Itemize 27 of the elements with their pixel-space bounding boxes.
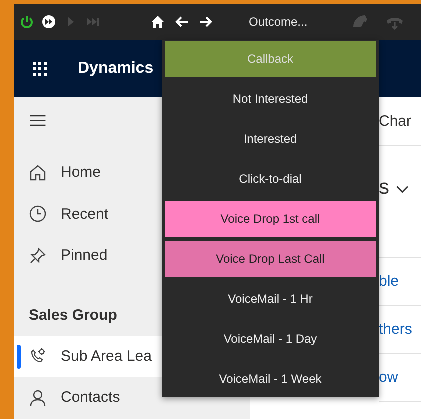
forward-arrow-icon[interactable] [199, 15, 213, 29]
menu-item[interactable]: Not Interested [165, 81, 376, 117]
menu-item[interactable]: Click-to-dial [165, 161, 376, 197]
app-launcher-icon[interactable] [32, 60, 48, 76]
app-title: Dynamics [78, 60, 154, 78]
chevron-down-icon[interactable] [396, 185, 408, 194]
pin-icon [29, 246, 47, 265]
view-title[interactable]: s [379, 176, 390, 200]
home-icon [29, 164, 47, 182]
phone-gear-icon [29, 347, 47, 366]
clock-icon [29, 205, 47, 224]
person-icon [29, 388, 47, 407]
lead-name-link[interactable]: thers [379, 321, 412, 338]
group-heading: Sales Group [29, 307, 118, 324]
lead-name-link[interactable]: ble [379, 273, 400, 290]
outcome-dropdown[interactable]: Outcome... [247, 13, 310, 31]
show-chart-label[interactable]: Char [379, 112, 412, 130]
lead-name-link[interactable]: ow [379, 369, 398, 386]
menu-item[interactable]: VoiceMail - 1 Hr [165, 281, 376, 317]
power-icon[interactable] [20, 15, 34, 29]
fast-forward-icon[interactable] [42, 15, 56, 29]
menu-icon[interactable] [29, 114, 47, 128]
menu-item[interactable]: Voice Drop 1st call [165, 201, 376, 237]
menu-item[interactable]: Voice Drop Last Call [165, 241, 376, 277]
back-arrow-icon[interactable] [175, 15, 189, 29]
home-icon[interactable] [151, 15, 165, 29]
menu-item[interactable]: Interested [165, 121, 376, 157]
